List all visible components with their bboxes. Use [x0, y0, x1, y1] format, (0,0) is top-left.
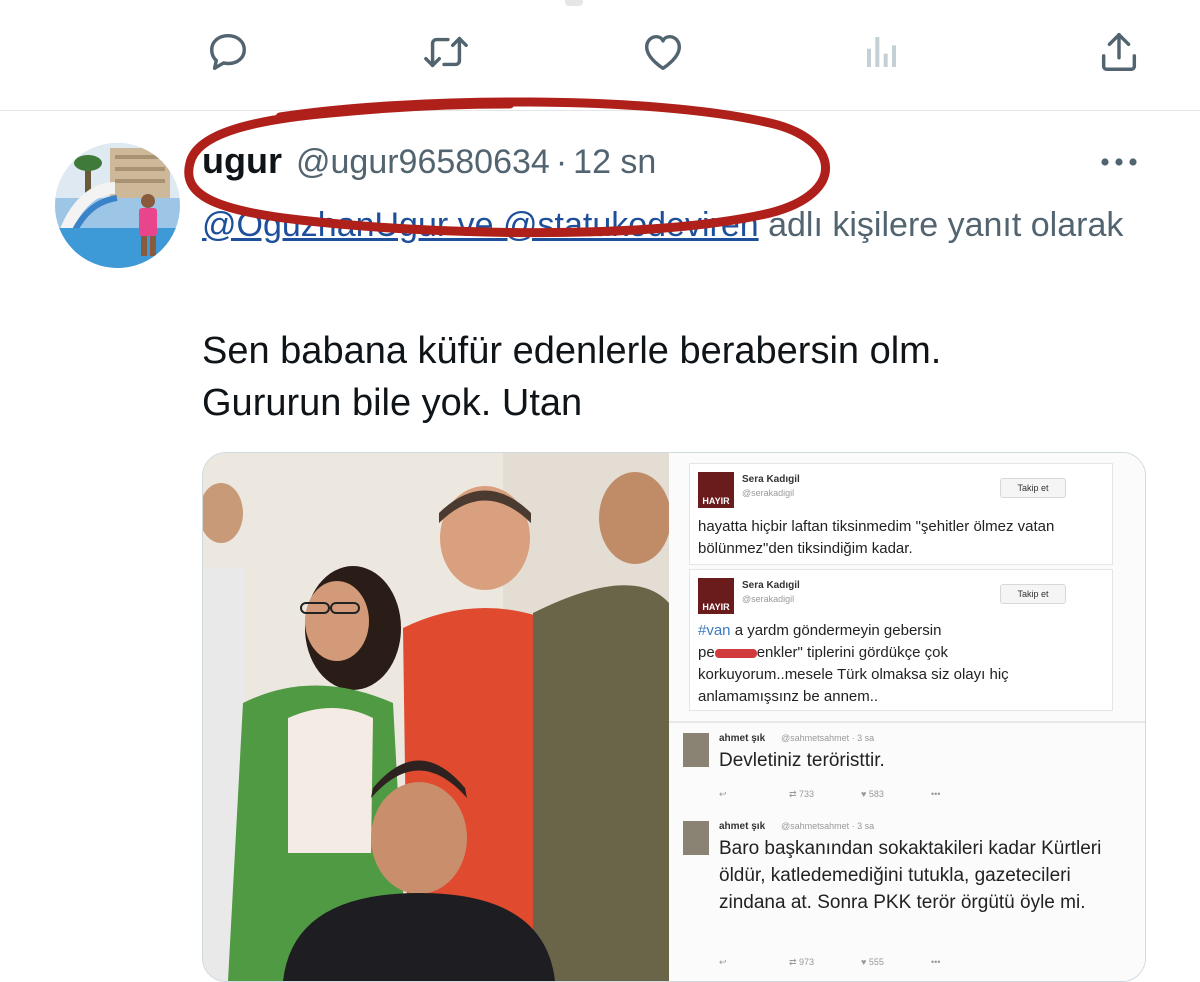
reply-icon — [209, 33, 247, 71]
embedded-avatar: HAYIR — [698, 472, 734, 508]
embedded-text: Devletiniz teröristtir. — [719, 750, 885, 771]
embedded-text: #van a yardm göndermeyin gebersin pe enkl… — [698, 622, 1009, 705]
embedded-retweets: ⇄ 973 — [789, 957, 815, 967]
embedded-post-1: HAYIR Sera Kadıgil @serakadigil Takip et… — [689, 463, 1113, 565]
analytics-button[interactable] — [852, 22, 912, 82]
header-separator: · — [555, 143, 568, 181]
embedded-name: ahmet şık — [719, 821, 766, 832]
embedded-likes: ♥ 583 — [861, 789, 884, 799]
embedded-post-4: ahmet şık @sahmetsahmet · 3 sa Baro başk… — [669, 811, 1145, 981]
embedded-avatar — [683, 733, 709, 767]
embedded-follow-button: Takip et — [1000, 478, 1066, 498]
screenshot-collage: HAYIR Sera Kadıgil @serakadigil Takip et… — [669, 453, 1145, 981]
analytics-icon — [867, 37, 896, 67]
tweet-header: ugur @ugur96580634 · 12 sn — [202, 140, 656, 190]
embedded-post-2: HAYIR Sera Kadıgil @serakadigil Takip et… — [689, 569, 1113, 711]
reply-suffix: adlı kişilere yanıt olarak — [758, 206, 1124, 244]
embedded-reply-icon: ↩ — [719, 789, 727, 799]
share-icon — [1101, 33, 1137, 71]
embedded-name: ahmet şık — [719, 733, 766, 744]
tweet-text-line-1: Sen babana küfür edenlerle berabersin ol… — [202, 330, 942, 372]
avatar[interactable] — [55, 143, 180, 268]
embedded-reply-icon: ↩ — [719, 957, 727, 967]
more-icon — [1101, 158, 1137, 166]
embedded-more-icon: ••• — [931, 957, 941, 967]
avatar-photo — [55, 143, 180, 268]
embedded-handle: @serakadigil — [742, 488, 795, 498]
group-photo — [203, 453, 671, 981]
replying-to: @OguzhanUgur ve @statukodeviren adlı kiş… — [202, 196, 1152, 254]
embedded-likes: ♥ 555 — [861, 957, 884, 967]
share-button[interactable] — [1089, 22, 1149, 82]
embedded-more-icon: ••• — [931, 789, 941, 799]
embedded-handle: @sahmetsahmet · 3 sa — [781, 733, 875, 743]
tweet-text: Sen babana küfür edenlerle berabersin ol… — [202, 325, 1152, 429]
author-handle[interactable]: @ugur96580634 — [296, 143, 550, 182]
tweet-action-bar — [0, 0, 1200, 110]
tweet-text-line-2: Gururun bile yok. Utan — [202, 382, 583, 424]
reply-button[interactable] — [198, 22, 258, 82]
embedded-post-3: ahmet şık @sahmetsahmet · 3 sa Devletini… — [669, 723, 1145, 815]
tweet-divider — [0, 110, 1200, 111]
embedded-text: Baro başkanından sokaktakileri kadar Kür… — [719, 838, 1102, 913]
like-button[interactable] — [633, 22, 693, 82]
embedded-name: Sera Kadıgil — [742, 580, 800, 591]
author-name[interactable]: ugur — [202, 140, 282, 182]
embedded-handle: @serakadigil — [742, 594, 795, 604]
reply-mentions-link[interactable]: @OguzhanUgur ve @statukodeviren — [202, 206, 759, 244]
embedded-avatar — [683, 821, 709, 855]
embedded-handle: @sahmetsahmet · 3 sa — [781, 821, 875, 831]
previous-tweet-edge — [565, 0, 583, 6]
retweet-icon — [424, 36, 468, 68]
like-icon — [644, 34, 682, 71]
tweet-timestamp[interactable]: 12 sn — [573, 143, 656, 182]
tweet-media[interactable]: HAYIR Sera Kadıgil @serakadigil Takip et… — [202, 452, 1146, 982]
more-options-button[interactable] — [1094, 142, 1144, 182]
embedded-follow-button: Takip et — [1000, 584, 1066, 604]
embedded-retweets: ⇄ 733 — [789, 789, 815, 799]
redaction-mark — [714, 648, 757, 658]
embedded-text: hayatta hiçbir laftan tiksinmedim "şehit… — [698, 518, 1055, 557]
embedded-hashtag: #van — [698, 622, 731, 639]
retweet-button[interactable] — [416, 22, 476, 82]
embedded-avatar: HAYIR — [698, 578, 734, 614]
embedded-name: Sera Kadıgil — [742, 474, 800, 485]
